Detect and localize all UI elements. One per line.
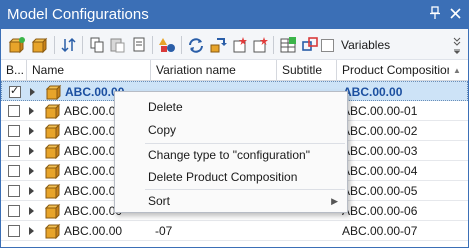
- context-menu: Delete Copy Change type to "configuratio…: [114, 91, 348, 213]
- duplicate-icon[interactable]: [130, 36, 148, 54]
- close-icon[interactable]: [447, 6, 463, 24]
- shapes-icon[interactable]: [158, 36, 176, 54]
- copy-icon[interactable]: [88, 36, 106, 54]
- configuration-package-icon: [44, 223, 61, 240]
- toolbar-separator: [54, 36, 55, 54]
- configuration-package-icon: [44, 143, 61, 160]
- menu-separator: [145, 189, 345, 190]
- column-header-checkbox[interactable]: B...: [1, 60, 27, 81]
- row-checkbox[interactable]: [8, 205, 20, 217]
- expand-arrow-icon[interactable]: [29, 207, 34, 215]
- configuration-package-icon: [44, 183, 61, 200]
- expand-arrow-icon[interactable]: [29, 147, 34, 155]
- column-header-name[interactable]: Name: [27, 60, 151, 81]
- link-icon[interactable]: [301, 36, 319, 54]
- table-row[interactable]: ABC.00.00 -07 ABC.00.00-07: [1, 221, 468, 241]
- row-checkbox[interactable]: [8, 185, 20, 197]
- toolbar-overflow-icon[interactable]: [451, 35, 463, 55]
- column-header-subtitle[interactable]: Subtitle: [277, 60, 337, 81]
- row-product-composition: ABC.00.00-04: [342, 164, 418, 178]
- variables-label: Variables: [341, 38, 391, 52]
- grid-header: B... Name Variation name Subtitle Produc…: [1, 60, 468, 81]
- row-checkbox[interactable]: [8, 125, 20, 137]
- sync-icon[interactable]: [209, 36, 227, 54]
- refresh-icon[interactable]: [187, 36, 205, 54]
- expand-arrow-icon[interactable]: [29, 127, 34, 135]
- column-header-product-composition[interactable]: Product Composition: [337, 60, 449, 81]
- expand-arrow-icon[interactable]: [29, 107, 34, 115]
- row-checkbox[interactable]: [8, 165, 20, 177]
- row-checkbox[interactable]: [8, 105, 20, 117]
- toolbar-separator: [273, 36, 274, 54]
- row-product-composition: ABC.00.00-07: [342, 224, 418, 238]
- row-checkbox[interactable]: [8, 225, 20, 237]
- row-product-composition: ABC.00.00: [343, 85, 403, 99]
- new-item-icon[interactable]: [231, 36, 249, 54]
- row-product-composition: ABC.00.00-05: [342, 184, 418, 198]
- row-checkbox[interactable]: [8, 145, 20, 157]
- row-name: ABC.00.00: [64, 224, 123, 238]
- menu-item-sort[interactable]: Sort ▶: [116, 191, 346, 211]
- menu-item-delete[interactable]: Delete: [116, 97, 346, 117]
- menu-item-delete-product-composition[interactable]: Delete Product Composition: [116, 167, 346, 187]
- scroll-up-icon[interactable]: ▲: [451, 64, 463, 77]
- package-icon[interactable]: [31, 36, 49, 54]
- configuration-package-icon: [44, 123, 61, 140]
- new-star-icon[interactable]: [251, 36, 269, 54]
- toolbar-separator: [82, 36, 83, 54]
- menu-separator: [145, 143, 345, 144]
- expand-arrow-icon[interactable]: [30, 88, 35, 96]
- toolbar-separator: [152, 36, 153, 54]
- row-product-composition: ABC.00.00-03: [342, 144, 418, 158]
- toolbar: Variables: [1, 29, 468, 60]
- menu-item-sort-label: Sort: [148, 194, 171, 208]
- title-bar: Model Configurations: [1, 1, 468, 29]
- new-configuration-icon[interactable]: [8, 36, 26, 54]
- row-product-composition: ABC.00.00-06: [342, 204, 418, 218]
- expand-arrow-icon[interactable]: [29, 167, 34, 175]
- configuration-package-icon: [45, 84, 62, 101]
- model-configurations-window: Model Configurations Variables B... Name…: [0, 0, 469, 248]
- row-checkbox[interactable]: [9, 84, 21, 98]
- configuration-package-icon: [44, 163, 61, 180]
- configuration-package-icon: [44, 103, 61, 120]
- toolbar-separator: [181, 36, 182, 54]
- submenu-arrow-icon: ▶: [331, 196, 338, 206]
- expand-arrow-icon[interactable]: [29, 187, 34, 195]
- row-variation-name: -07: [155, 224, 173, 238]
- pin-icon[interactable]: [427, 6, 443, 24]
- sort-icon[interactable]: [60, 36, 78, 54]
- window-title: Model Configurations: [7, 6, 149, 23]
- add-table-icon[interactable]: [279, 36, 297, 54]
- row-product-composition: ABC.00.00-01: [342, 104, 418, 118]
- paste-icon[interactable]: [109, 36, 127, 54]
- column-header-variation-name[interactable]: Variation name: [151, 60, 277, 81]
- expand-arrow-icon[interactable]: [29, 227, 34, 235]
- menu-item-change-type[interactable]: Change type to "configuration": [116, 145, 346, 165]
- configuration-package-icon: [44, 203, 61, 220]
- menu-item-copy[interactable]: Copy: [116, 120, 346, 140]
- row-product-composition: ABC.00.00-02: [342, 124, 418, 138]
- variables-checkbox[interactable]: [321, 39, 334, 52]
